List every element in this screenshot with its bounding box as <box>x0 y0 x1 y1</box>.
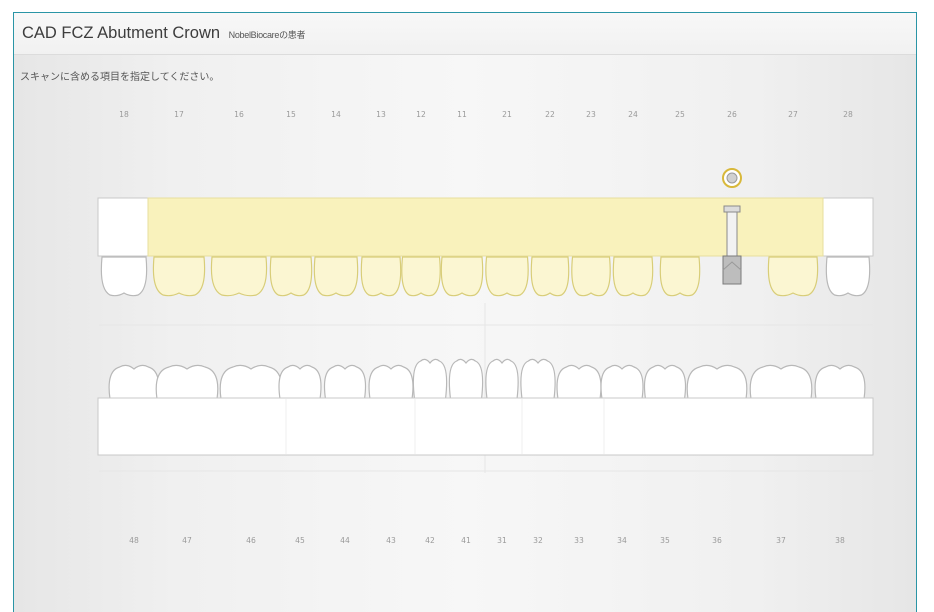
lower-tooth-number-41: 41 <box>461 536 471 545</box>
lower-tooth-32[interactable] <box>520 358 556 400</box>
upper-tooth-number-15: 15 <box>286 110 296 119</box>
implant-marker-icon[interactable] <box>722 168 742 188</box>
lower-tooth-number-38: 38 <box>835 536 845 545</box>
lower-tooth-number-36: 36 <box>712 536 722 545</box>
lower-tooth-43[interactable] <box>368 364 414 400</box>
upper-tooth-14[interactable] <box>313 256 359 297</box>
lower-tooth-48[interactable] <box>108 364 160 400</box>
upper-tooth-number-25: 25 <box>675 110 685 119</box>
lower-tooth-45[interactable] <box>278 364 322 400</box>
lower-tooth-number-44: 44 <box>340 536 350 545</box>
upper-tooth-number-14: 14 <box>331 110 341 119</box>
upper-tooth-23[interactable] <box>571 256 611 297</box>
upper-tooth-number-21: 21 <box>502 110 512 119</box>
tooth-chart: 18 17 16 15 14 13 12 11 21 22 23 24 25 26 27 28 48 47 46 4… <box>97 110 874 545</box>
upper-tooth-27[interactable] <box>767 256 819 297</box>
upper-tooth-number-11: 11 <box>457 110 467 119</box>
upper-tooth-number-24: 24 <box>628 110 638 119</box>
lower-tooth-42[interactable] <box>412 358 448 400</box>
lower-tooth-number-43: 43 <box>386 536 396 545</box>
upper-tooth-21[interactable] <box>485 256 529 297</box>
lower-tooth-number-34: 34 <box>617 536 627 545</box>
lower-tooth-number-48: 48 <box>129 536 139 545</box>
upper-tooth-17[interactable] <box>152 256 206 297</box>
lower-tooth-number-32: 32 <box>533 536 543 545</box>
lower-tooth-41[interactable] <box>448 358 484 400</box>
lower-tooth-36[interactable] <box>686 364 748 400</box>
lower-tooth-47[interactable] <box>155 364 219 400</box>
upper-tooth-13[interactable] <box>360 256 402 297</box>
upper-tooth-12[interactable] <box>401 256 441 297</box>
upper-tooth-number-23: 23 <box>586 110 596 119</box>
upper-tooth-11[interactable] <box>440 256 484 297</box>
lower-tooth-number-35: 35 <box>660 536 670 545</box>
lower-tooth-number-37: 37 <box>776 536 786 545</box>
scan-definition-window: CAD FCZ Abutment Crown NobelBiocareの患者 ス… <box>13 12 917 612</box>
lower-tooth-44[interactable] <box>323 364 367 400</box>
upper-tooth-number-26: 26 <box>727 110 737 119</box>
upper-tooth-number-28: 28 <box>843 110 853 119</box>
upper-tooth-number-12: 12 <box>416 110 426 119</box>
lower-tooth-number-45: 45 <box>295 536 305 545</box>
lower-tooth-31[interactable] <box>485 358 519 400</box>
lower-tooth-number-42: 42 <box>425 536 435 545</box>
lower-tooth-number-46: 46 <box>246 536 256 545</box>
upper-tooth-24[interactable] <box>612 256 654 297</box>
lower-tooth-number-33: 33 <box>574 536 584 545</box>
upper-tooth-22[interactable] <box>530 256 570 297</box>
lower-tooth-35[interactable] <box>643 364 687 400</box>
upper-tooth-18[interactable] <box>100 256 148 297</box>
upper-tooth-number-22: 22 <box>545 110 555 119</box>
upper-tooth-number-17: 17 <box>174 110 184 119</box>
lower-tooth-38[interactable] <box>814 364 866 400</box>
upper-tooth-number-16: 16 <box>234 110 244 119</box>
upper-tooth-number-13: 13 <box>376 110 386 119</box>
upper-tooth-15[interactable] <box>269 256 313 297</box>
upper-tooth-25[interactable] <box>659 256 701 297</box>
lower-tooth-number-31: 31 <box>497 536 507 545</box>
upper-tooth-16[interactable] <box>210 256 268 297</box>
lower-jaw-bar[interactable] <box>97 397 874 456</box>
lower-tooth-34[interactable] <box>600 364 644 400</box>
lower-tooth-33[interactable] <box>556 364 602 400</box>
lower-tooth-number-47: 47 <box>182 536 192 545</box>
upper-tooth-number-18: 18 <box>119 110 129 119</box>
lower-tooth-46[interactable] <box>219 364 283 400</box>
lower-tooth-37[interactable] <box>749 364 813 400</box>
upper-tooth-28[interactable] <box>825 256 871 297</box>
upper-tooth-number-27: 27 <box>788 110 798 119</box>
upper-selection-highlight <box>147 197 824 257</box>
